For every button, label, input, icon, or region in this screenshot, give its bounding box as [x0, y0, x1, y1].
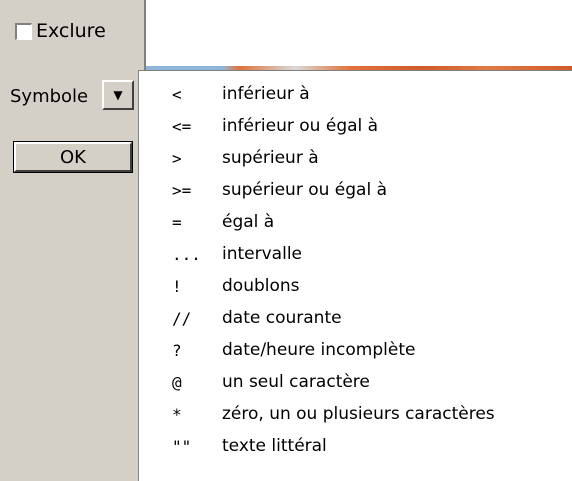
- menu-item-less-than[interactable]: < inférieur à: [139, 79, 569, 109]
- menu-item-current-date[interactable]: // date courante: [139, 303, 569, 333]
- menu-item-label: supérieur ou égal à: [222, 180, 388, 200]
- exclude-option[interactable]: Exclure: [15, 20, 106, 42]
- menu-item-symbol: "": [172, 436, 192, 456]
- menu-item-literal-text[interactable]: "" texte littéral: [139, 431, 569, 461]
- menu-item-label: inférieur à: [222, 84, 310, 104]
- chevron-down-icon: ▼: [113, 88, 123, 102]
- menu-item-label: égal à: [222, 212, 275, 232]
- menu-item-label: un seul caractère: [222, 372, 370, 392]
- menu-item-symbol: ...: [172, 244, 201, 264]
- menu-item-single-character[interactable]: @ un seul caractère: [139, 367, 569, 397]
- menu-item-label: texte littéral: [222, 436, 327, 456]
- symbol-label: Symbole: [10, 86, 89, 107]
- menu-item-symbol: <=: [172, 116, 192, 136]
- menu-item-label: inférieur ou égal à: [222, 116, 379, 136]
- menu-item-label: date/heure incomplète: [222, 340, 416, 360]
- menu-item-symbol: *: [172, 404, 182, 424]
- menu-item-symbol: !: [172, 276, 182, 296]
- menu-item-label: doublons: [222, 276, 300, 296]
- symbol-menu: < inférieur à <= inférieur ou égal à > s…: [138, 70, 572, 481]
- menu-item-symbol: //: [172, 308, 192, 328]
- menu-item-label: supérieur à: [222, 148, 319, 168]
- menu-item-symbol: ?: [172, 340, 182, 360]
- menu-item-greater-or-equal[interactable]: >= supérieur ou égal à: [139, 175, 569, 205]
- menu-item-symbol: >: [172, 148, 182, 168]
- menu-item-interval[interactable]: ... intervalle: [139, 239, 569, 269]
- menu-item-duplicates[interactable]: ! doublons: [139, 271, 569, 301]
- menu-item-symbol: <: [172, 84, 182, 104]
- ok-button[interactable]: OK: [13, 141, 133, 173]
- menu-item-less-or-equal[interactable]: <= inférieur ou égal à: [139, 111, 569, 141]
- exclude-checkbox[interactable]: [15, 22, 32, 40]
- exclude-label: Exclure: [36, 20, 106, 42]
- symbol-dropdown-button[interactable]: ▼: [102, 80, 134, 110]
- menu-item-greater-than[interactable]: > supérieur à: [139, 143, 569, 173]
- menu-item-wildcard[interactable]: * zéro, un ou plusieurs caractères: [139, 399, 569, 429]
- menu-item-label: date courante: [222, 308, 342, 328]
- menu-item-label: zéro, un ou plusieurs caractères: [222, 404, 495, 424]
- menu-item-symbol: @: [172, 372, 182, 392]
- menu-item-label: intervalle: [222, 244, 302, 264]
- menu-item-incomplete-datetime[interactable]: ? date/heure incomplète: [139, 335, 569, 365]
- menu-item-symbol: >=: [172, 180, 192, 200]
- menu-item-symbol: =: [172, 212, 182, 232]
- menu-item-equal[interactable]: = égal à: [139, 207, 569, 237]
- filter-options-panel: Exclure Symbole ▼ OK: [0, 0, 146, 481]
